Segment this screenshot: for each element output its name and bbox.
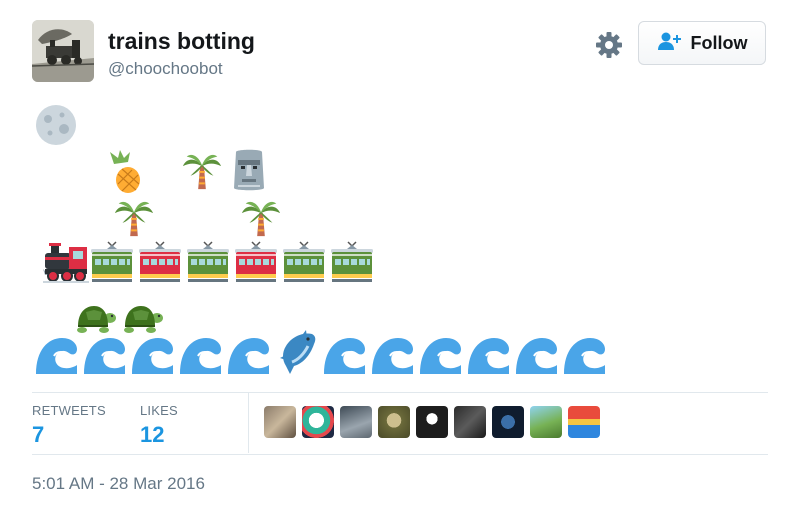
liker-avatar[interactable] (378, 406, 410, 438)
liker-avatar[interactable] (416, 406, 448, 438)
wave-icon (130, 332, 174, 376)
moai-icon (228, 148, 270, 192)
liker-avatar[interactable] (264, 406, 296, 438)
add-user-icon (657, 31, 683, 56)
gear-icon[interactable] (595, 31, 623, 59)
profile-avatar[interactable] (32, 20, 94, 82)
wave-icon (82, 332, 126, 376)
likes-count[interactable]: 12 (140, 422, 164, 448)
likes-label: LIKES (140, 403, 178, 418)
liker-avatars (264, 406, 600, 438)
wave-icon (34, 332, 78, 376)
liker-avatar[interactable] (492, 406, 524, 438)
palm-tree-icon (113, 196, 155, 238)
retweets-label: RETWEETS (32, 403, 106, 418)
wave-icon (322, 332, 366, 376)
tweet-timestamp[interactable]: 5:01 AM - 28 Mar 2016 (32, 474, 205, 494)
liker-avatar[interactable] (302, 406, 334, 438)
liker-avatar[interactable] (530, 406, 562, 438)
locomotive-icon (43, 241, 89, 283)
wave-icon (514, 332, 558, 376)
follow-label: Follow (690, 32, 748, 53)
wave-icon (466, 332, 510, 376)
wave-icon (178, 332, 222, 376)
wave-icon (226, 332, 270, 376)
tram-car-red-icon (138, 240, 182, 284)
user-handle[interactable]: @choochoobot (108, 59, 223, 79)
follow-button[interactable]: Follow (638, 21, 766, 65)
retweets-count[interactable]: 7 (32, 422, 44, 448)
liker-avatar[interactable] (568, 406, 600, 438)
tram-car-green-icon (90, 240, 134, 284)
palm-tree-icon (181, 149, 223, 191)
palm-tree-icon (240, 196, 282, 238)
stats-top-divider (32, 392, 768, 393)
turtle-icon (121, 300, 165, 336)
stats-separator (248, 393, 249, 453)
moon-icon (34, 103, 78, 147)
stats-bottom-divider (32, 454, 768, 455)
turtle-icon (74, 300, 118, 336)
liker-avatar[interactable] (340, 406, 372, 438)
tram-car-red-icon (234, 240, 278, 284)
tram-car-green-icon (186, 240, 230, 284)
pineapple-icon (106, 150, 144, 194)
wave-icon (370, 332, 414, 376)
liker-avatar[interactable] (454, 406, 486, 438)
train-engraving-image (32, 20, 94, 82)
tram-car-green-icon (282, 240, 326, 284)
wave-icon (418, 332, 462, 376)
display-name[interactable]: trains botting (108, 28, 255, 55)
tram-car-green-icon (330, 240, 374, 284)
dolphin-icon (274, 330, 318, 376)
wave-icon (562, 332, 606, 376)
